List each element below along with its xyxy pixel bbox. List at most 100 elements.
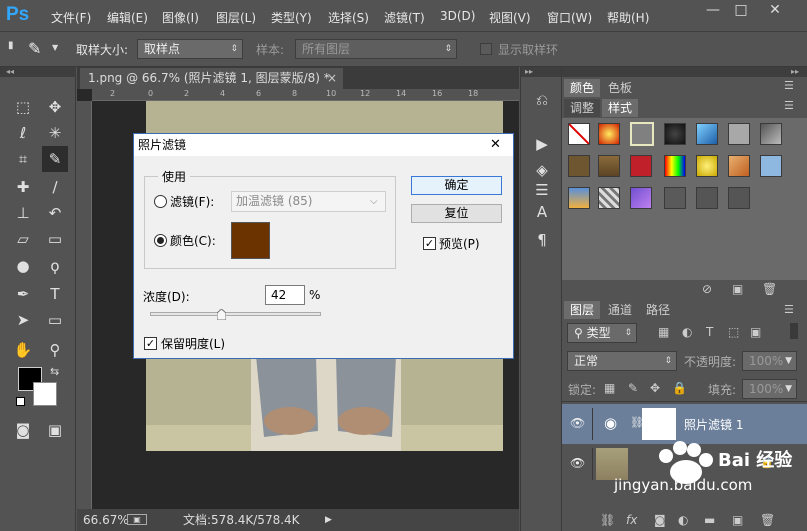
lock-transparent-icon[interactable]: ▦ (604, 381, 615, 395)
path-selection-tool-icon[interactable]: ➤ (10, 307, 36, 333)
preview-checkbox[interactable]: ✓ (423, 237, 436, 250)
panel-menu-icon[interactable]: ☰ (784, 79, 794, 92)
history-brush-tool-icon[interactable]: ↶ (42, 200, 68, 226)
sample-size-select[interactable]: 取样点 ⇕ (137, 39, 243, 59)
menu-select[interactable]: 选择(S) (328, 9, 369, 26)
style-swatch[interactable] (696, 155, 718, 177)
menu-file[interactable]: 文件(F) (51, 9, 91, 26)
menu-filter[interactable]: 滤镜(T) (384, 9, 425, 26)
density-slider-thumb[interactable] (216, 308, 227, 321)
crop-tool-icon[interactable]: ⌗ (10, 146, 36, 172)
zoom-tool-icon[interactable]: ⚲ (42, 337, 68, 363)
menu-window[interactable]: 窗口(W) (547, 9, 592, 26)
tab-adjustments[interactable]: 调整 (564, 99, 600, 117)
preserve-luminosity-checkbox[interactable]: ✓ (144, 337, 157, 350)
zoom-level[interactable]: 66.67% (83, 510, 129, 530)
show-ring-checkbox[interactable] (480, 43, 492, 55)
adjustment-layer-icon[interactable]: ◐ (678, 513, 688, 527)
visibility-eye-icon[interactable]: 👁 (570, 456, 585, 470)
layer-filter-select[interactable]: ⚲ 类型 ⇕ (567, 323, 637, 343)
add-mask-icon[interactable]: ◙ (654, 513, 666, 527)
gradient-tool-icon[interactable]: ▭ (42, 226, 68, 252)
style-swatch[interactable] (696, 123, 718, 145)
tab-swatches[interactable]: 色板 (602, 79, 638, 97)
document-tab[interactable]: 1.png @ 66.7% (照片滤镜 1, 图层蒙版/8) * × (80, 68, 343, 89)
style-swatch[interactable] (630, 155, 652, 177)
style-swatch[interactable] (568, 155, 590, 177)
density-input[interactable]: 42 (265, 285, 305, 305)
pen-tool-icon[interactable]: ✒ (10, 281, 36, 307)
close-tab-icon[interactable]: × (327, 68, 337, 88)
panel-menu-icon[interactable]: ☰ (784, 99, 794, 112)
hand-tool-icon[interactable]: ✋ (10, 337, 36, 363)
trash-icon[interactable]: 🗑 (760, 513, 775, 527)
paragraph-panel-icon[interactable]: ¶ (529, 227, 555, 253)
filter-toggle[interactable] (790, 323, 798, 339)
lasso-tool-icon[interactable]: ℓ (10, 120, 36, 146)
type-tool-icon[interactable]: T (42, 281, 68, 307)
move-tool-icon[interactable]: ✥ (42, 94, 68, 120)
filter-type-icon[interactable]: T (706, 325, 713, 339)
dialog-close-button[interactable]: ✕ (490, 134, 501, 156)
density-slider-track[interactable] (150, 312, 321, 316)
dialog-titlebar[interactable]: 照片滤镜 ✕ (134, 134, 513, 156)
clone-stamp-tool-icon[interactable]: ⊥ (10, 200, 36, 226)
group-folder-icon[interactable]: ▬ (704, 513, 715, 527)
swap-colors-icon[interactable]: ⇆ (50, 365, 59, 378)
menu-3d[interactable]: 3D(D) (440, 9, 475, 23)
layer-name[interactable]: 照片滤镜 1 (684, 416, 743, 433)
chevron-down-icon[interactable]: ▼ (52, 43, 58, 52)
filter-radio[interactable] (154, 195, 167, 208)
eyedropper-preset-icon[interactable]: ✎ (28, 39, 41, 58)
filter-shape-icon[interactable]: ⬚ (728, 325, 739, 339)
style-swatch[interactable] (568, 187, 590, 209)
style-swatch[interactable] (760, 155, 782, 177)
style-swatch[interactable] (598, 123, 620, 145)
marquee-tool-icon[interactable]: ⬚ (10, 94, 36, 120)
new-layer-icon[interactable]: ▣ (732, 513, 743, 527)
screen-mode-icon[interactable]: ▣ (42, 417, 68, 443)
style-swatch[interactable] (598, 155, 620, 177)
character-panel-icon[interactable]: A (529, 199, 555, 225)
color-radio[interactable] (154, 234, 167, 247)
style-swatch[interactable] (664, 155, 686, 177)
filter-pixel-icon[interactable]: ▦ (658, 325, 669, 339)
tab-layers[interactable]: 图层 (564, 301, 600, 319)
magic-wand-tool-icon[interactable]: ✳ (42, 120, 68, 146)
style-swatch[interactable] (728, 187, 750, 209)
menu-help[interactable]: 帮助(H) (607, 9, 649, 26)
sample-select[interactable]: 所有图层 ⇕ (295, 39, 457, 59)
default-colors-icon[interactable] (16, 397, 25, 406)
rectangle-tool-icon[interactable]: ▭ (42, 307, 68, 333)
menu-image[interactable]: 图像(I) (162, 9, 199, 26)
tab-paths[interactable]: 路径 (640, 301, 676, 319)
trash-icon[interactable]: 🗑 (762, 282, 777, 296)
blend-mode-select[interactable]: 正常 ⇕ (567, 351, 677, 371)
filter-smart-object-icon[interactable]: ▣ (750, 325, 761, 339)
lock-image-icon[interactable]: ✎ (628, 381, 638, 395)
style-swatch[interactable] (728, 155, 750, 177)
actions-panel-icon[interactable]: ▶ (529, 131, 555, 157)
eraser-tool-icon[interactable]: ▱ (10, 226, 36, 252)
style-swatch[interactable] (630, 122, 654, 146)
style-swatch[interactable] (630, 187, 652, 209)
restore-button[interactable]: □ (728, 0, 754, 20)
history-panel-icon[interactable]: ⎌ (529, 87, 555, 113)
link-layers-icon[interactable]: ⛓ (600, 513, 615, 527)
tab-styles[interactable]: 样式 (602, 99, 638, 117)
style-swatch[interactable] (760, 123, 782, 145)
no-style-icon[interactable]: ⊘ (702, 282, 712, 296)
collapse-toolbox-icon[interactable]: ◂◂ (0, 67, 76, 77)
fill-input[interactable]: 100% ▼ (742, 379, 797, 399)
lock-position-icon[interactable]: ✥ (650, 381, 660, 395)
collapse-strip-icon[interactable]: ▸▸ (521, 67, 561, 77)
blur-tool-icon[interactable]: ● (10, 253, 36, 279)
quick-mask-icon[interactable]: ◙ (10, 417, 36, 443)
style-swatch[interactable] (598, 187, 620, 209)
opacity-input[interactable]: 100% ▼ (742, 351, 797, 371)
tab-channels[interactable]: 通道 (602, 301, 638, 319)
menu-edit[interactable]: 编辑(E) (107, 9, 148, 26)
dodge-tool-icon[interactable]: ϙ (42, 253, 68, 279)
brush-tool-icon[interactable]: ∕ (42, 174, 68, 200)
new-style-icon[interactable]: ▣ (732, 282, 743, 296)
